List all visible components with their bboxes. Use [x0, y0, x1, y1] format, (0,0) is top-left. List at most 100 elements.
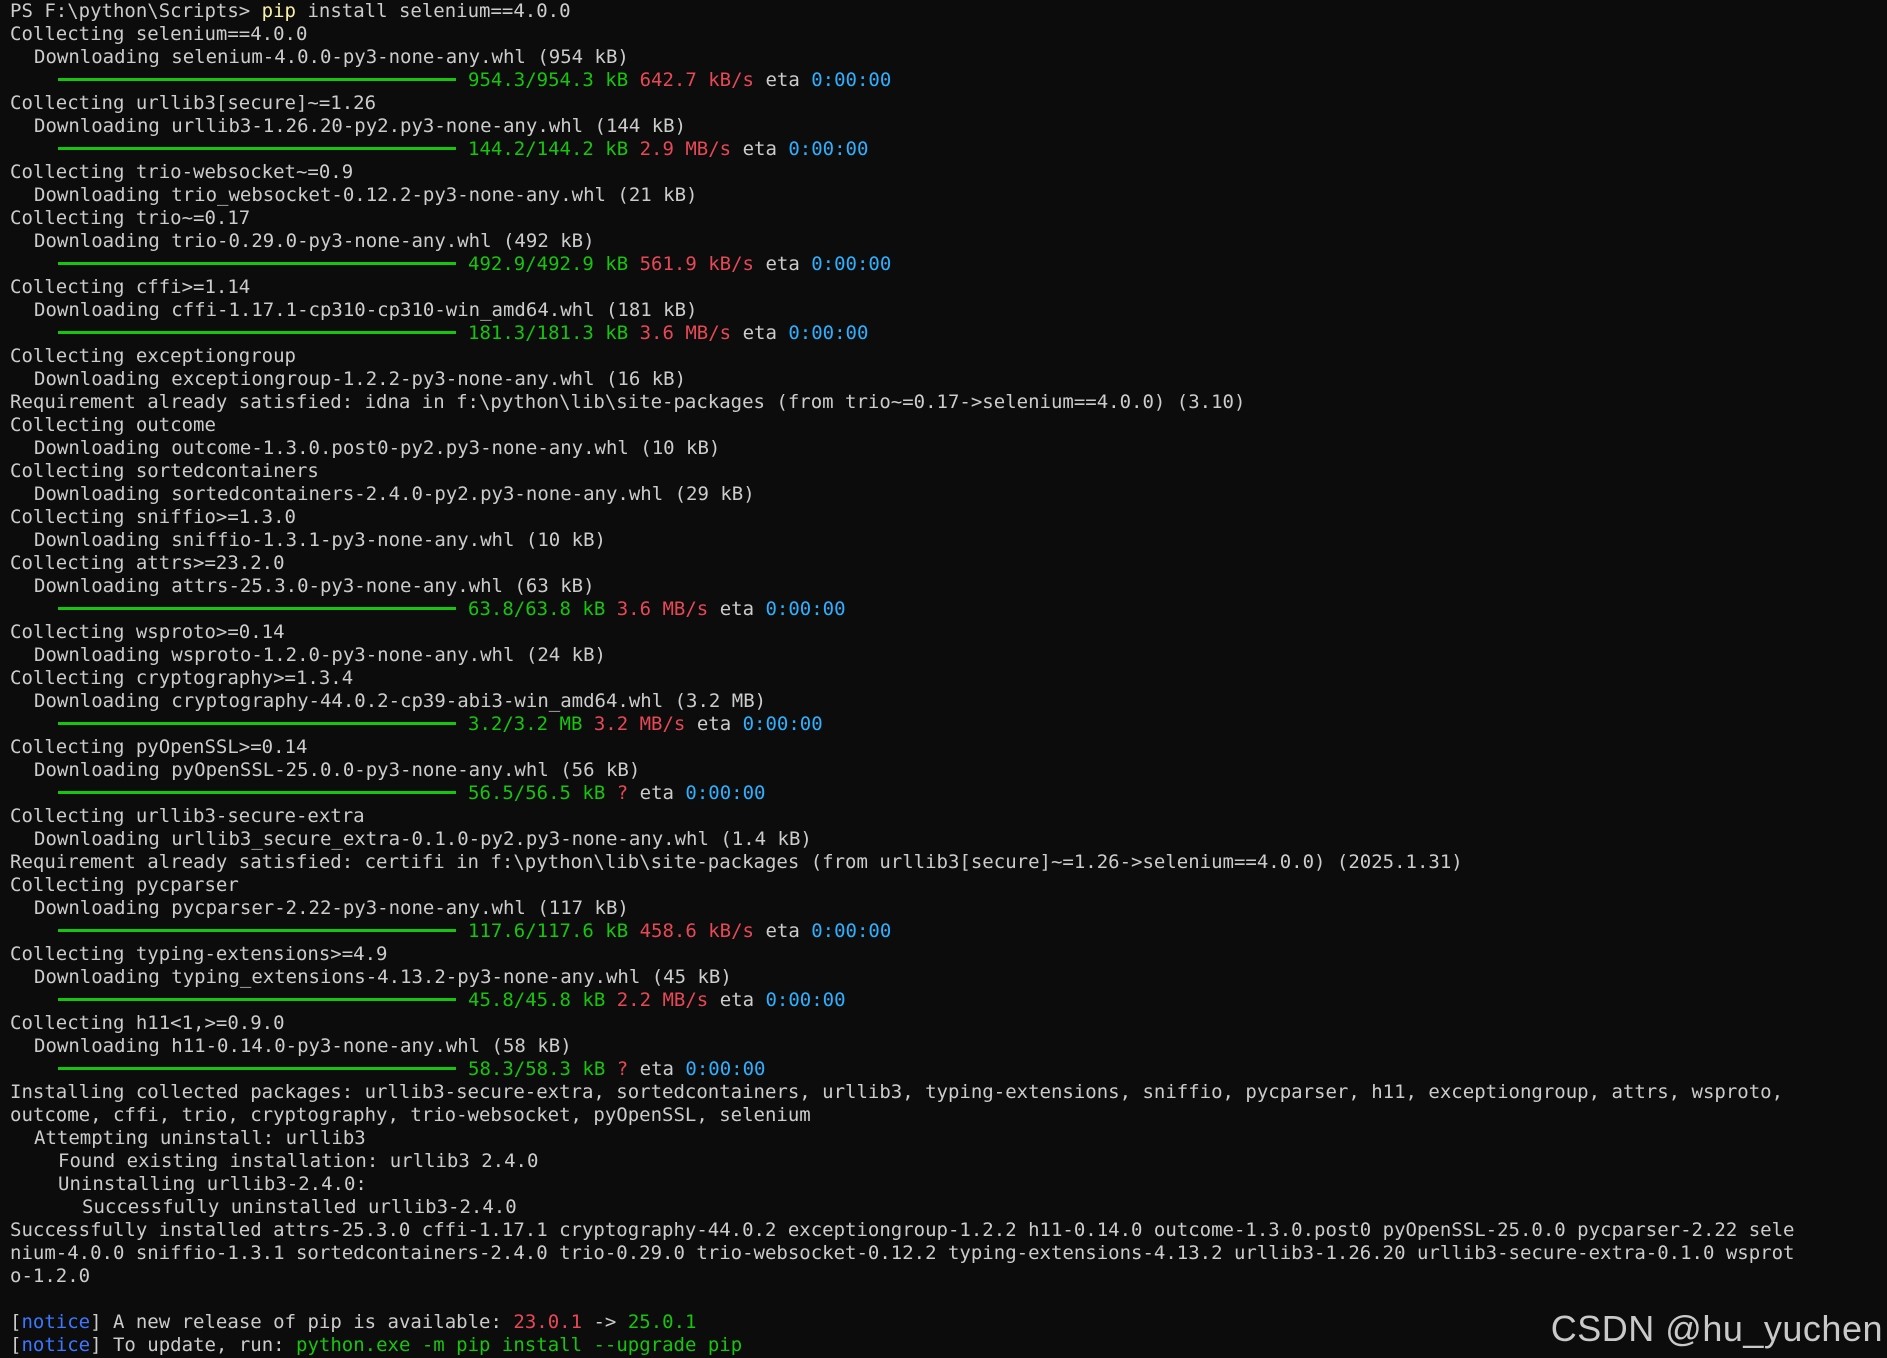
download-size: 144.2/144.2 kB: [468, 138, 629, 160]
progress-line: 117.6/117.6 kB 458.6 kB/s eta 0:00:00: [10, 920, 1882, 943]
output-line: Downloading typing_extensions-4.13.2-py3…: [10, 966, 1882, 989]
output-line: Attempting uninstall: urllib3: [10, 1127, 1882, 1150]
output-line-text: o-1.2.0: [10, 1265, 91, 1287]
download-speed: ?: [616, 1058, 629, 1080]
output-line-text: Downloading trio_websocket-0.12.2-py3-no…: [34, 184, 698, 206]
progress-line: 63.8/63.8 kB 3.6 MB/s eta 0:00:00: [10, 598, 1882, 621]
eta-label: eta: [742, 138, 777, 160]
eta-label: eta: [742, 322, 777, 344]
output-line-text: Collecting wsproto>=0.14: [10, 621, 285, 643]
output-line: Collecting pycparser: [10, 874, 1882, 897]
output-line: Collecting urllib3[secure]~=1.26: [10, 92, 1882, 115]
progress-line: 56.5/56.5 kB ? eta 0:00:00: [10, 782, 1882, 805]
download-size: 117.6/117.6 kB: [468, 920, 629, 942]
output-line-text: Requirement already satisfied: idna in f…: [10, 391, 1246, 413]
progress-line: 45.8/45.8 kB 2.2 MB/s eta 0:00:00: [10, 989, 1882, 1012]
output-line: Found existing installation: urllib3 2.4…: [10, 1150, 1882, 1173]
download-size: 3.2/3.2 MB: [468, 713, 583, 735]
output-line: Uninstalling urllib3-2.4.0:: [10, 1173, 1882, 1196]
output-line-text: Collecting sortedcontainers: [10, 460, 319, 482]
eta-label: eta: [765, 253, 800, 275]
output-line-text: Collecting selenium==4.0.0: [10, 23, 308, 45]
output-line: Collecting h11<1,>=0.9.0: [10, 1012, 1882, 1035]
output-line: Collecting attrs>=23.2.0: [10, 552, 1882, 575]
output-line-text: Downloading wsproto-1.2.0-py3-none-any.w…: [34, 644, 606, 666]
output-line-text: Downloading sniffio-1.3.1-py3-none-any.w…: [34, 529, 606, 551]
eta-label: eta: [639, 1058, 674, 1080]
output-line: Collecting typing-extensions>=4.9: [10, 943, 1882, 966]
output-line-text: Downloading selenium-4.0.0-py3-none-any.…: [34, 46, 629, 68]
output-line-text: Attempting uninstall: urllib3: [34, 1127, 366, 1149]
progress-bar: [58, 791, 456, 794]
output-line-text: Downloading sortedcontainers-2.4.0-py2.p…: [34, 483, 755, 505]
eta-label: eta: [719, 989, 755, 1011]
download-size: 954.3/954.3 kB: [468, 69, 629, 91]
progress-line: 181.3/181.3 kB 3.6 MB/s eta 0:00:00: [10, 322, 1882, 345]
download-size: 181.3/181.3 kB: [468, 322, 629, 344]
notice-text: A new release of pip is available:: [112, 1311, 502, 1333]
output-lines: Collecting selenium==4.0.0 Downloading se…: [10, 23, 1882, 1357]
notice-tag: notice: [21, 1334, 91, 1356]
progress-line: 144.2/144.2 kB 2.9 MB/s eta 0:00:00: [10, 138, 1882, 161]
output-line: Downloading h11-0.14.0-py3-none-any.whl …: [10, 1035, 1882, 1058]
output-line: Collecting trio~=0.17: [10, 207, 1882, 230]
progress-bar: [58, 1067, 456, 1070]
download-speed: 3.6 MB/s: [616, 598, 709, 620]
download-size: 56.5/56.5 kB: [468, 782, 606, 804]
output-line-text: Downloading cryptography-44.0.2-cp39-abi…: [34, 690, 767, 712]
download-speed: 2.9 MB/s: [639, 138, 732, 160]
output-line: Downloading urllib3_secure_extra-0.1.0-p…: [10, 828, 1882, 851]
output-line-text: Collecting pyOpenSSL>=0.14: [10, 736, 308, 758]
progress-bar: [58, 607, 456, 610]
output-line: nium-4.0.0 sniffio-1.3.1 sortedcontainer…: [10, 1242, 1882, 1265]
output-line: Collecting exceptiongroup: [10, 345, 1882, 368]
download-size: 63.8/63.8 kB: [468, 598, 606, 620]
output-line: Installing collected packages: urllib3-s…: [10, 1081, 1882, 1104]
output-line-text: Collecting attrs>=23.2.0: [10, 552, 285, 574]
output-line: Collecting urllib3-secure-extra: [10, 805, 1882, 828]
download-speed: 561.9 kB/s: [639, 253, 754, 275]
eta-label: eta: [719, 598, 755, 620]
output-line-text: Downloading trio-0.29.0-py3-none-any.whl…: [34, 230, 595, 252]
progress-line: 3.2/3.2 MB 3.2 MB/s eta 0:00:00: [10, 713, 1882, 736]
output-line: Collecting trio-websocket~=0.9: [10, 161, 1882, 184]
output-line-text: Downloading h11-0.14.0-py3-none-any.whl …: [34, 1035, 572, 1057]
output-line: Downloading cffi-1.17.1-cp310-cp310-win_…: [10, 299, 1882, 322]
eta-label: eta: [696, 713, 732, 735]
output-line-text: Collecting cffi>=1.14: [10, 276, 251, 298]
output-line-text: Downloading cffi-1.17.1-cp310-cp310-win_…: [34, 299, 698, 321]
output-line: Downloading outcome-1.3.0.post0-py2.py3-…: [10, 437, 1882, 460]
output-line-text: Downloading pyOpenSSL-25.0.0-py3-none-an…: [34, 759, 641, 781]
output-line: Downloading cryptography-44.0.2-cp39-abi…: [10, 690, 1882, 713]
watermark: CSDN @hu_yuchen: [1550, 1308, 1883, 1349]
output-line-text: Collecting urllib3[secure]~=1.26: [10, 92, 377, 114]
arrow: ->: [593, 1311, 617, 1333]
output-line-text: Collecting typing-extensions>=4.9: [10, 943, 388, 965]
command-args: install selenium==4.0.0: [296, 0, 571, 22]
output-line: Downloading urllib3-1.26.20-py2.py3-none…: [10, 115, 1882, 138]
eta-label: eta: [639, 782, 674, 804]
command-name: pip: [261, 0, 296, 22]
output-line: Collecting outcome: [10, 414, 1882, 437]
eta-value: 0:00:00: [765, 989, 846, 1011]
progress-bar: [58, 262, 456, 265]
output-line: Downloading pyOpenSSL-25.0.0-py3-none-an…: [10, 759, 1882, 782]
eta-value: 0:00:00: [685, 782, 766, 804]
progress-bar: [58, 147, 456, 150]
eta-value: 0:00:00: [811, 920, 892, 942]
output-line-text: nium-4.0.0 sniffio-1.3.1 sortedcontainer…: [10, 1242, 1795, 1264]
eta-value: 0:00:00: [765, 598, 846, 620]
terminal-output[interactable]: PS F:\python\Scripts> pip install seleni…: [10, 0, 1882, 1357]
progress-line: 58.3/58.3 kB ? eta 0:00:00: [10, 1058, 1882, 1081]
output-line-text: Collecting sniffio>=1.3.0: [10, 506, 296, 528]
output-line-text: Collecting h11<1,>=0.9.0: [10, 1012, 285, 1034]
output-line-text: outcome, cffi, trio, cryptography, trio-…: [10, 1104, 811, 1126]
output-line: Collecting selenium==4.0.0: [10, 23, 1882, 46]
output-line: Collecting sortedcontainers: [10, 460, 1882, 483]
output-line: Successfully installed attrs-25.3.0 cffi…: [10, 1219, 1882, 1242]
output-line: Downloading exceptiongroup-1.2.2-py3-non…: [10, 368, 1882, 391]
output-line-text: Collecting cryptography>=1.3.4: [10, 667, 354, 689]
download-size: 45.8/45.8 kB: [468, 989, 606, 1011]
output-line: Downloading trio-0.29.0-py3-none-any.whl…: [10, 230, 1882, 253]
eta-label: eta: [765, 69, 800, 91]
